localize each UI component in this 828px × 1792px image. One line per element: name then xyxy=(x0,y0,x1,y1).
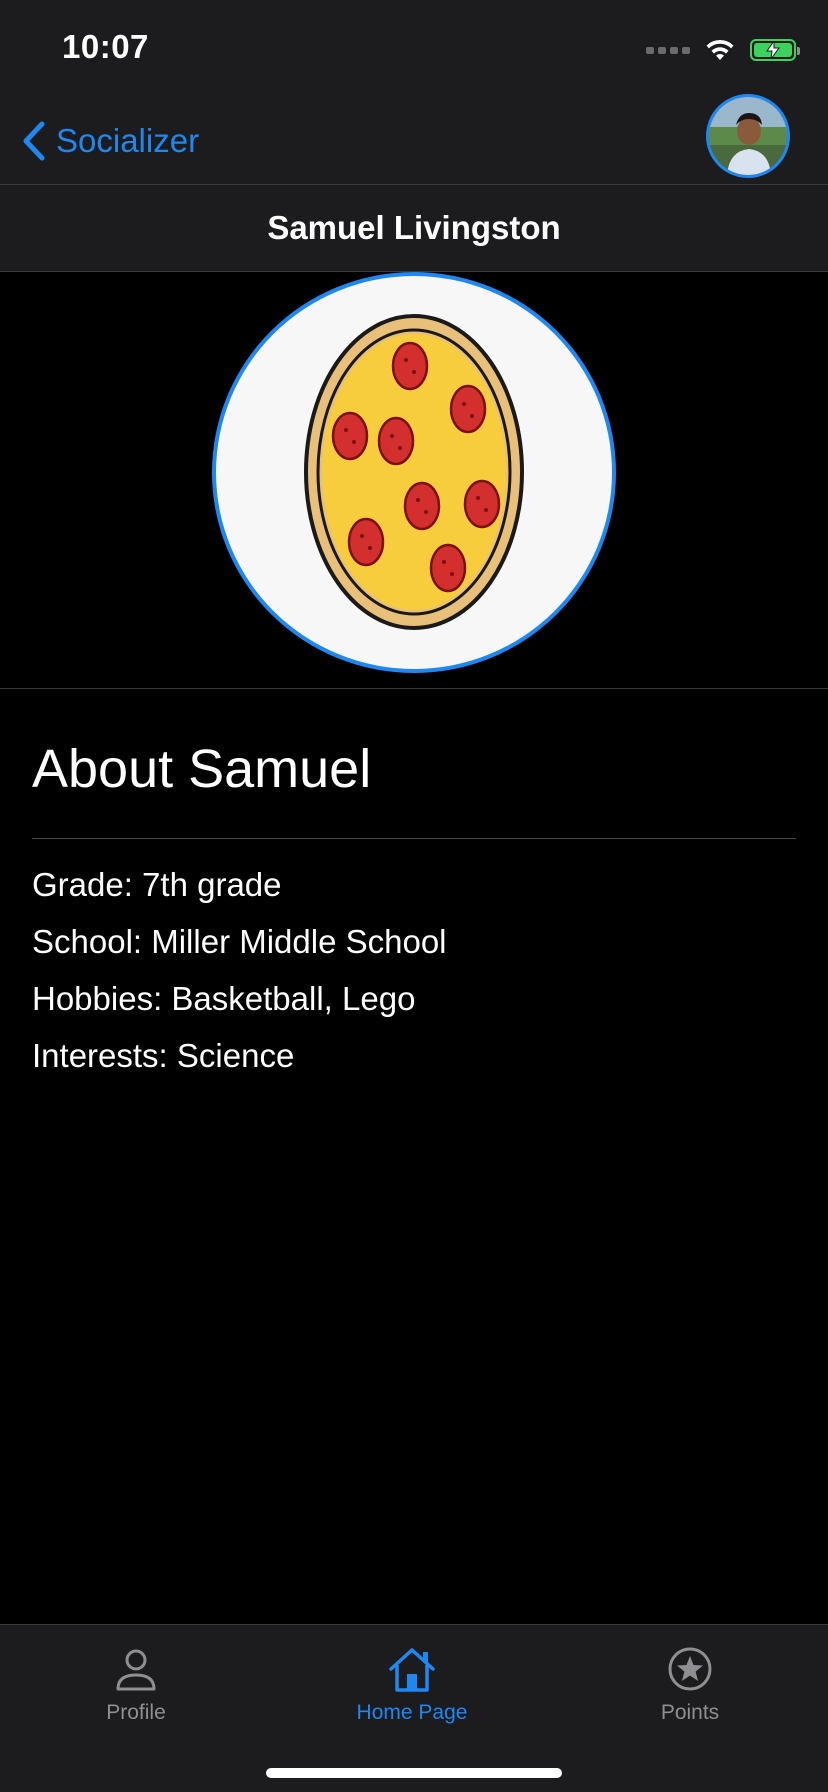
tab-points-label: Points xyxy=(660,1701,720,1724)
wifi-icon xyxy=(706,39,734,60)
pizza-image xyxy=(212,272,616,673)
status-time: 10:07 xyxy=(62,28,149,65)
detail-hobbies: Hobbies: Basketball, Lego xyxy=(32,980,416,1017)
tab-profile-label: Profile xyxy=(106,1701,166,1724)
profile-name: Samuel Livingston xyxy=(267,209,561,246)
cellular-signal-icon xyxy=(646,46,690,54)
back-button[interactable]: Socializer xyxy=(22,118,199,164)
person-icon xyxy=(116,1649,156,1691)
tab-bar: Profile Home Page Points xyxy=(0,1624,828,1792)
tab-home-page-label: Home Page xyxy=(356,1701,468,1724)
profile-screen: 10:07 Socializer Samuel Livingston About… xyxy=(0,0,828,1792)
battery-charging-icon xyxy=(750,39,800,61)
detail-school: School: Miller Middle School xyxy=(32,923,447,960)
chevron-left-icon xyxy=(23,121,45,161)
star-circle-icon xyxy=(668,1647,712,1691)
about-heading: About Samuel xyxy=(32,739,372,799)
status-icons xyxy=(646,34,800,66)
tab-profile[interactable]: Profile xyxy=(46,1645,226,1745)
about-details-list: Grade: 7th grade School: Miller Middle S… xyxy=(32,856,447,1084)
home-indicator[interactable] xyxy=(266,1768,562,1778)
user-avatar[interactable] xyxy=(706,94,790,178)
top-chrome: 10:07 Socializer xyxy=(0,0,828,184)
back-button-label: Socializer xyxy=(56,122,200,159)
tab-points[interactable]: Points xyxy=(600,1645,780,1745)
detail-grade: Grade: 7th grade xyxy=(32,866,282,903)
detail-interests: Interests: Science xyxy=(32,1037,295,1074)
tab-home-page[interactable]: Home Page xyxy=(322,1645,502,1745)
house-icon xyxy=(389,1648,435,1692)
profile-title-bar: Samuel Livingston xyxy=(0,184,828,272)
section-divider xyxy=(0,688,828,689)
about-divider xyxy=(32,838,796,839)
